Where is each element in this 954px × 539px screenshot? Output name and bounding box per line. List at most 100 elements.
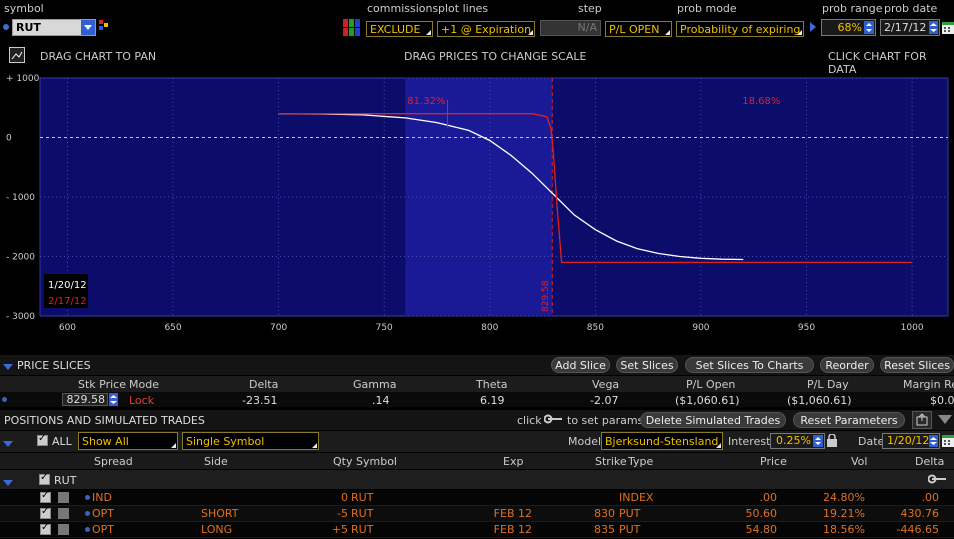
all-label: ALL (52, 435, 72, 448)
slice-theta: 6.19 (480, 394, 505, 407)
prob-range-spinner-icon[interactable] (864, 21, 874, 34)
prob-date-label: prob date (884, 2, 938, 15)
interest-spinner-icon[interactable] (813, 435, 823, 447)
row-checkbox[interactable] (40, 490, 51, 503)
col-pl-day: P/L Day (807, 378, 849, 391)
step-input[interactable]: N/A (540, 20, 601, 36)
add-slice-button[interactable]: Add Slice (551, 357, 610, 373)
lock-icon[interactable] (827, 433, 837, 450)
slice-gamma: .14 (372, 394, 390, 407)
table-row[interactable] (0, 506, 954, 522)
prob-range-input[interactable]: 68% (821, 19, 876, 36)
single-symbol-select[interactable]: Single Symbol (182, 432, 319, 450)
reset-parameters-button[interactable]: Reset Parameters (793, 412, 905, 428)
row-status-box[interactable] (58, 524, 69, 535)
prob-range-label: prob range (822, 2, 883, 15)
row-status-box[interactable] (58, 508, 69, 519)
group-row[interactable] (0, 470, 954, 489)
prob-mode-value: Probability of expiring (680, 23, 801, 36)
set-params-hint: to set params (567, 414, 644, 427)
cell-qty[interactable]: -5 (337, 507, 348, 520)
prob-date-input[interactable]: 2/17/12 (880, 19, 940, 36)
cell-strike[interactable]: 835 (594, 523, 615, 536)
pos-col-symbol: Symbol (356, 455, 397, 468)
table-row[interactable] (0, 490, 954, 506)
pl-mode-select[interactable]: P/L OPEN (605, 21, 672, 37)
slice-pl-open: ($1,060.61) (675, 394, 740, 407)
step-label: step (578, 2, 602, 15)
grid-color-icon[interactable] (343, 19, 360, 36)
reset-slices-button[interactable]: Reset Slices (880, 357, 954, 373)
col-theta: Theta (476, 378, 508, 391)
row-checkbox[interactable] (40, 522, 51, 535)
stk-price-spinner-icon[interactable] (109, 393, 118, 406)
link-dot-icon[interactable] (3, 24, 9, 30)
prob-date-value: 2/17/12 (884, 21, 927, 34)
price-marker-label: 829.58 (541, 280, 551, 312)
cell-delta: -446.65 (896, 523, 939, 536)
cell-spread: OPT (92, 523, 115, 536)
prob-mode-label: prob mode (677, 2, 737, 15)
collapse-icon[interactable] (3, 361, 13, 374)
plot-lines-select[interactable]: +1 @ Expiration (437, 21, 535, 37)
reorder-button[interactable]: Reorder (820, 357, 874, 373)
prob-mode-select[interactable]: Probability of expiring (676, 21, 804, 37)
group-wrench-icon[interactable] (927, 474, 946, 487)
cell-price[interactable]: 50.60 (746, 507, 778, 520)
table-row[interactable] (0, 522, 954, 538)
y-tick-label: - 2000 (6, 253, 35, 263)
date-input[interactable]: 1/20/12 (882, 433, 940, 449)
row-checkbox[interactable] (40, 506, 51, 519)
wrench-icon (543, 414, 562, 427)
date-calendar-icon[interactable] (942, 433, 954, 450)
pos-col-exp: Exp (503, 455, 524, 468)
prob-date-spinner-icon[interactable] (929, 21, 938, 34)
row-status-box[interactable] (58, 492, 69, 503)
date-spinner-icon[interactable] (929, 435, 938, 447)
expand-panel-icon[interactable] (938, 415, 952, 428)
set-slices-to-charts-button[interactable]: Set Slices To Charts (685, 357, 814, 373)
positions-collapse-icon[interactable] (3, 438, 13, 451)
drag-pan-hint: DRAG CHART TO PAN (40, 50, 157, 63)
interest-label: Interest (728, 435, 771, 448)
cell-qty[interactable]: 0 (341, 491, 348, 504)
cell-vol[interactable]: 18.56% (823, 523, 865, 536)
cell-exp[interactable]: FEB 12 (494, 507, 532, 520)
slice-mode[interactable]: Lock (129, 394, 154, 407)
cell-vol[interactable]: 19.21% (823, 507, 865, 520)
cell-price[interactable]: .00 (760, 491, 778, 504)
calendar-icon[interactable] (942, 20, 954, 34)
interest-input[interactable]: 0.25% (770, 433, 825, 449)
col-pl-open: P/L Open (686, 378, 736, 391)
stk-price-input[interactable]: 829.58 (62, 393, 108, 406)
prob-expand-icon[interactable] (810, 22, 816, 35)
cell-qty[interactable]: +5 (332, 523, 348, 536)
show-all-select[interactable]: Show All (78, 432, 178, 450)
commissions-select[interactable]: EXCLUDE (366, 21, 433, 37)
symbol-dropdown-icon[interactable] (81, 20, 95, 35)
commissions-value: EXCLUDE (370, 23, 421, 36)
symbol-input[interactable]: RUT (12, 19, 96, 36)
color-squares-icon[interactable] (99, 20, 109, 32)
set-slices-button[interactable]: Set Slices (616, 357, 678, 373)
export-icon[interactable] (912, 411, 932, 429)
cell-strike[interactable]: 830 (594, 507, 615, 520)
y-tick-label: - 3000 (6, 312, 35, 322)
group-collapse-icon[interactable] (3, 477, 13, 490)
col-stk-price: Stk Price (78, 378, 126, 391)
cell-exp[interactable]: FEB 12 (494, 523, 532, 536)
model-select[interactable]: Bjerksund-Stensland (601, 432, 723, 450)
cell-symbol: RUT (351, 523, 374, 536)
col-gamma: Gamma (353, 378, 397, 391)
group-checkbox[interactable] (39, 472, 50, 485)
all-checkbox[interactable] (37, 433, 48, 446)
group-symbol: RUT (54, 474, 77, 487)
cell-vol[interactable]: 24.80% (823, 491, 865, 504)
cell-price[interactable]: 54.80 (746, 523, 778, 536)
delete-simulated-trades-button[interactable]: Delete Simulated Trades (640, 412, 786, 428)
cell-type: INDEX (619, 491, 654, 504)
chart-image-icon[interactable] (9, 47, 25, 63)
cell-symbol: RUT (351, 507, 374, 520)
col-margin-req: Margin Req (903, 378, 954, 391)
pl-chart[interactable]: 600 650 700 750 800 850 900 950 1000 + 1000 0 - 100… (0, 68, 954, 340)
